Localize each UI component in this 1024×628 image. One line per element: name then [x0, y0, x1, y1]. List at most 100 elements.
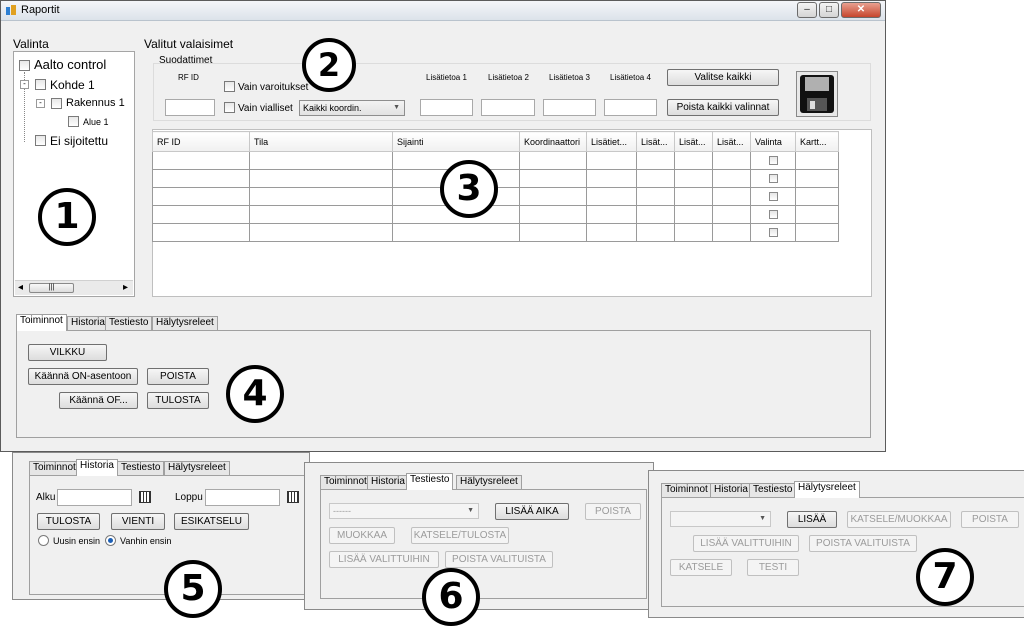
tree-checkbox-ei-sijoitettu[interactable]: [35, 135, 46, 146]
table-cell[interactable]: [795, 187, 839, 206]
remove-selected-button[interactable]: POISTA VALITUISTA: [445, 551, 553, 568]
scroll-right-icon[interactable]: ▸: [123, 282, 128, 293]
table-cell[interactable]: [636, 151, 675, 170]
table-column-header[interactable]: Lisät...: [636, 131, 675, 152]
table-cell[interactable]: [249, 205, 393, 224]
extra-input-2[interactable]: [481, 99, 535, 116]
table-cell[interactable]: [795, 169, 839, 188]
table-cell[interactable]: [750, 187, 796, 206]
table-cell[interactable]: [519, 187, 587, 206]
table-cell[interactable]: [152, 187, 250, 206]
row-select-checkbox[interactable]: [768, 156, 778, 166]
table-row[interactable]: [152, 205, 839, 224]
relay-view-button[interactable]: KATSELE: [670, 559, 732, 576]
export-button[interactable]: VIENTI: [111, 513, 165, 530]
tab-toiminnot[interactable]: Toiminnot: [320, 475, 371, 489]
table-cell[interactable]: [152, 169, 250, 188]
tree-expander[interactable]: -: [36, 99, 45, 108]
turn-off-button[interactable]: Käännä OF...: [59, 392, 138, 409]
table-column-header[interactable]: Tila: [249, 131, 393, 152]
scroll-thumb[interactable]: |||: [29, 283, 74, 293]
table-column-header[interactable]: Lisätiet...: [586, 131, 637, 152]
only-faulty-label[interactable]: Vain vialliset: [238, 103, 293, 114]
table-cell[interactable]: [249, 187, 393, 206]
table-cell[interactable]: [750, 169, 796, 188]
calendar-icon[interactable]: [139, 491, 151, 503]
clear-all-button[interactable]: Poista kaikki valinnat: [667, 99, 779, 116]
rf-id-input[interactable]: [165, 99, 215, 116]
minimize-button[interactable]: –: [797, 2, 817, 18]
table-row[interactable]: [152, 223, 839, 242]
delete-button[interactable]: POISTA: [147, 368, 209, 385]
tab-halytysreleet[interactable]: Hälytysreleet: [794, 481, 860, 498]
maximize-button[interactable]: □: [819, 2, 839, 18]
table-cell[interactable]: [636, 205, 675, 224]
tab-halytysreleet[interactable]: Hälytysreleet: [164, 461, 230, 475]
select-all-button[interactable]: Valitse kaikki: [667, 69, 779, 86]
tab-testiesto[interactable]: Testiesto: [117, 461, 165, 475]
extra-input-4[interactable]: [604, 99, 657, 116]
test-delete-button[interactable]: POISTA: [585, 503, 641, 520]
tab-historia[interactable]: Historia: [76, 459, 118, 476]
table-cell[interactable]: [519, 205, 587, 224]
table-cell[interactable]: [392, 223, 520, 242]
relay-delete-button[interactable]: POISTA: [961, 511, 1019, 528]
relay-add-selected-button[interactable]: LISÄÄ VALITTUIHIN: [693, 535, 799, 552]
row-select-checkbox[interactable]: [768, 210, 778, 220]
table-cell[interactable]: [249, 151, 393, 170]
tree-checkbox-rakennus[interactable]: [51, 98, 62, 109]
table-cell[interactable]: [519, 151, 587, 170]
tree-item-rakennus[interactable]: Rakennus 1: [66, 97, 125, 109]
table-cell[interactable]: [712, 205, 751, 224]
edit-button[interactable]: MUOKKAA: [329, 527, 395, 544]
table-cell[interactable]: [795, 151, 839, 170]
calendar-icon[interactable]: [287, 491, 299, 503]
table-cell[interactable]: [750, 151, 796, 170]
table-cell[interactable]: [795, 205, 839, 224]
table-column-header[interactable]: RF ID: [152, 131, 250, 152]
tab-historia[interactable]: Historia: [710, 483, 752, 497]
coordinator-select[interactable]: Kaikki koordin. ▼: [299, 100, 405, 116]
historia-print-button[interactable]: TULOSTA: [37, 513, 100, 530]
add-button[interactable]: LISÄÄ: [787, 511, 837, 528]
table-cell[interactable]: [636, 187, 675, 206]
table-column-header[interactable]: Valinta: [750, 131, 796, 152]
title-bar[interactable]: Raportit – □ ✕: [1, 1, 885, 21]
table-column-header[interactable]: Sijainti: [392, 131, 520, 152]
oldest-first-label[interactable]: Vanhin ensin: [120, 536, 171, 546]
tab-halytysreleet[interactable]: Hälytysreleet: [456, 475, 522, 489]
preview-button[interactable]: ESIKATSELU: [174, 513, 249, 530]
print-button[interactable]: TULOSTA: [147, 392, 209, 409]
only-warnings-checkbox[interactable]: [224, 81, 235, 92]
table-cell[interactable]: [152, 223, 250, 242]
newest-first-label[interactable]: Uusin ensin: [53, 536, 100, 546]
tree-item-aalto[interactable]: Aalto control: [34, 57, 106, 72]
tab-testiesto[interactable]: Testiesto: [105, 316, 153, 330]
table-cell[interactable]: [636, 169, 675, 188]
table-cell[interactable]: [674, 223, 713, 242]
view-edit-button[interactable]: KATSELE/MUOKKAA: [847, 511, 951, 528]
tab-toiminnot[interactable]: Toiminnot: [16, 314, 67, 331]
table-cell[interactable]: [152, 205, 250, 224]
table-cell[interactable]: [712, 169, 751, 188]
table-cell[interactable]: [750, 223, 796, 242]
table-cell[interactable]: [586, 169, 637, 188]
close-button[interactable]: ✕: [841, 2, 881, 18]
table-cell[interactable]: [586, 223, 637, 242]
tab-historia[interactable]: Historia: [67, 316, 109, 330]
table-column-header[interactable]: Lisät...: [674, 131, 713, 152]
newest-first-radio[interactable]: [38, 535, 49, 546]
save-button[interactable]: [796, 71, 838, 117]
tab-toiminnot[interactable]: Toiminnot: [661, 483, 712, 497]
table-column-header[interactable]: Kartt...: [795, 131, 839, 152]
table-cell[interactable]: [712, 151, 751, 170]
table-cell[interactable]: [674, 205, 713, 224]
extra-input-1[interactable]: [420, 99, 473, 116]
row-select-checkbox[interactable]: [768, 228, 778, 238]
table-column-header[interactable]: Koordinaattori: [519, 131, 587, 152]
test-schedule-select[interactable]: ------ ▼: [329, 503, 479, 519]
tree-expander[interactable]: -: [20, 80, 29, 89]
table-cell[interactable]: [586, 205, 637, 224]
table-cell[interactable]: [674, 151, 713, 170]
tree-checkbox-alue[interactable]: [68, 116, 79, 127]
